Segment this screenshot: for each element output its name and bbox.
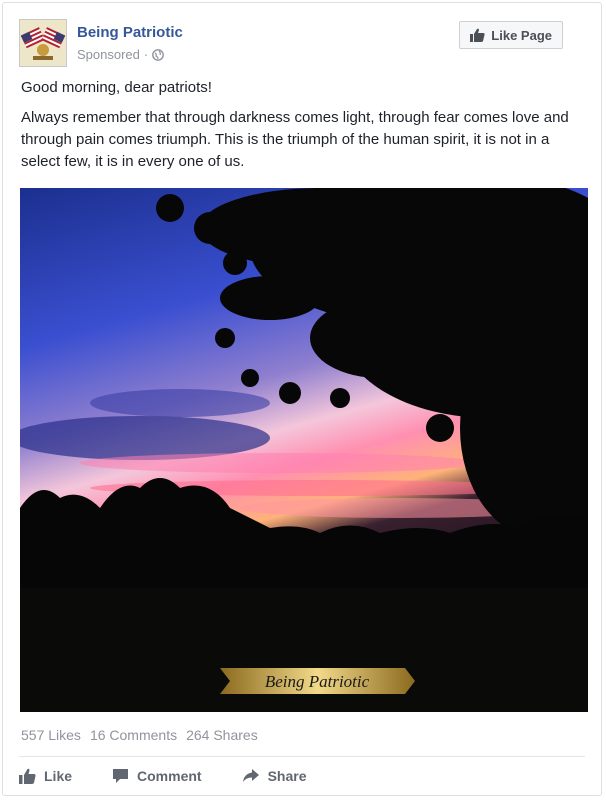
post-meta: Sponsored · — [77, 47, 165, 62]
thumbs-up-icon — [470, 28, 485, 42]
globe-icon[interactable] — [152, 48, 165, 61]
shares-count[interactable]: 264 Shares — [186, 727, 258, 743]
post-body-text: Always remember that through darkness co… — [21, 109, 569, 170]
like-button[interactable]: Like — [19, 768, 72, 784]
like-page-button[interactable]: Like Page — [459, 21, 563, 49]
comment-button[interactable]: Comment — [112, 768, 202, 784]
engagement-stats: 557 Likes 16 Comments 264 Shares — [21, 727, 258, 743]
page-name-link[interactable]: Being Patriotic — [77, 24, 183, 41]
share-label: Share — [267, 768, 307, 784]
page-avatar[interactable] — [19, 19, 67, 67]
post-photo[interactable]: Being Patriotic — [20, 188, 588, 712]
share-icon — [242, 768, 260, 784]
meta-separator: · — [143, 47, 149, 62]
share-button[interactable]: Share — [242, 768, 307, 784]
flags-logo-icon — [20, 20, 66, 66]
like-label: Like — [44, 768, 73, 784]
actions-divider — [19, 756, 585, 757]
like-page-label: Like Page — [491, 27, 552, 43]
post-actions-bar: Like Comment Share — [19, 763, 307, 789]
post-greeting: Good morning, dear patriots! — [21, 79, 212, 96]
thumbs-up-icon — [19, 768, 36, 784]
comment-icon — [112, 768, 129, 784]
likes-count[interactable]: 557 Likes — [21, 727, 81, 743]
image-watermark-text: Being Patriotic — [265, 672, 370, 691]
comments-count[interactable]: 16 Comments — [90, 727, 177, 743]
post-header: Being Patriotic Sponsored · Like Page — [19, 19, 585, 69]
sponsored-label[interactable]: Sponsored — [77, 47, 140, 62]
sunset-tree-photo: Being Patriotic — [20, 188, 588, 712]
sponsored-post-card: Being Patriotic Sponsored · Like Page Go… — [2, 2, 602, 796]
comment-label: Comment — [137, 768, 202, 784]
